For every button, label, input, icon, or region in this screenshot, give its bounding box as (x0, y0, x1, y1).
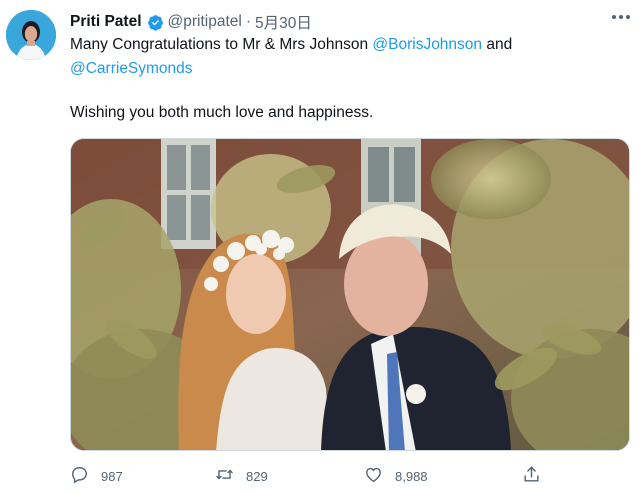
share-button[interactable] (522, 462, 541, 490)
tweet-actions: 987 829 8,988 (70, 462, 570, 490)
verified-badge-icon (147, 14, 164, 31)
tweet-photo[interactable] (70, 138, 630, 451)
tweet-text-line-1: Many Congratulations to Mr & Mrs Johnson… (70, 33, 630, 57)
tweet-date[interactable]: 5月30日 (255, 11, 312, 33)
tweet-text-line-3: Wishing you both much love and happiness… (70, 104, 374, 121)
more-icon[interactable] (606, 8, 636, 26)
mention-borisjohnson[interactable]: @BorisJohnson (372, 36, 482, 53)
author-handle[interactable]: @pritipatel (168, 13, 242, 31)
tweet-text-line-2: @CarrieSymonds (70, 57, 630, 81)
tweet-text-part: and (482, 36, 513, 53)
author-name[interactable]: Priti Patel (70, 13, 142, 31)
like-button[interactable]: 8,988 (364, 462, 428, 490)
share-icon (522, 465, 541, 487)
like-icon (364, 465, 383, 487)
retweet-button[interactable]: 829 (215, 462, 268, 490)
like-count: 8,988 (395, 468, 428, 484)
tweet-content: Priti Patel @pritipatel · 5月30日 Many Con… (70, 11, 630, 125)
wedding-photo (71, 139, 629, 450)
retweet-count: 829 (246, 468, 268, 484)
header-separator: · (245, 13, 251, 30)
retweet-icon (215, 465, 234, 487)
reply-icon (70, 465, 89, 487)
reply-count: 987 (101, 468, 123, 484)
tweet-text: Many Congratulations to Mr & Mrs Johnson… (70, 33, 630, 125)
tweet-header: Priti Patel @pritipatel · 5月30日 (70, 11, 630, 33)
tweet-text-part: Many Congratulations to Mr & Mrs Johnson (70, 36, 373, 53)
reply-button[interactable]: 987 (70, 462, 123, 490)
mention-carriesymonds[interactable]: @CarrieSymonds (70, 60, 193, 77)
avatar[interactable] (6, 10, 56, 60)
tweet[interactable]: Priti Patel @pritipatel · 5月30日 Many Con… (0, 0, 640, 493)
